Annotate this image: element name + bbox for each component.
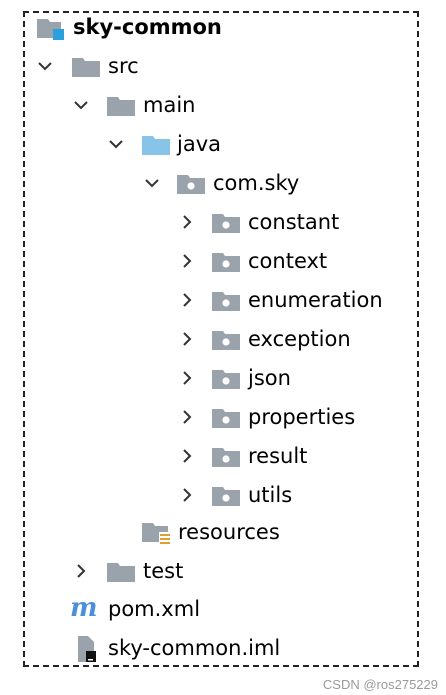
package-icon bbox=[212, 484, 240, 506]
tree-label-root: sky-common bbox=[73, 15, 222, 39]
chevron-down-icon[interactable] bbox=[143, 174, 161, 192]
tree-label-main: main bbox=[143, 93, 196, 117]
tree-label-package: com.sky bbox=[213, 171, 300, 195]
chevron-right-icon[interactable] bbox=[178, 447, 196, 465]
chevron-right-icon[interactable] bbox=[178, 252, 196, 270]
source-folder-icon bbox=[142, 133, 170, 155]
folder-icon bbox=[72, 55, 100, 77]
chevron-down-icon[interactable] bbox=[36, 57, 54, 75]
folder-icon bbox=[107, 560, 135, 582]
tree-label-subpackage: enumeration bbox=[248, 288, 383, 312]
package-icon bbox=[212, 367, 240, 389]
chevron-right-icon[interactable] bbox=[72, 562, 90, 580]
tree-label-subpackage: result bbox=[248, 444, 308, 468]
tree-label-java: java bbox=[177, 132, 221, 156]
maven-icon: m bbox=[70, 593, 98, 623]
tree-label-src: src bbox=[108, 54, 139, 78]
chevron-right-icon[interactable] bbox=[178, 486, 196, 504]
tree-label-pom: pom.xml bbox=[108, 597, 201, 621]
resources-folder-icon bbox=[142, 523, 171, 546]
chevron-right-icon[interactable] bbox=[178, 213, 196, 231]
package-icon bbox=[212, 328, 240, 350]
watermark: CSDN @ros275229 bbox=[322, 677, 438, 692]
chevron-right-icon[interactable] bbox=[178, 408, 196, 426]
package-icon bbox=[212, 445, 240, 467]
tree-label-subpackage: context bbox=[248, 249, 328, 273]
tree-label-resources: resources bbox=[178, 520, 280, 544]
module-folder-icon bbox=[37, 19, 64, 40]
package-icon bbox=[212, 211, 240, 233]
tree-label-subpackage: constant bbox=[248, 210, 340, 234]
folder-icon bbox=[107, 94, 135, 116]
tree-label-iml: sky-common.iml bbox=[108, 636, 281, 660]
chevron-right-icon[interactable] bbox=[178, 291, 196, 309]
chevron-right-icon[interactable] bbox=[178, 330, 196, 348]
tree-label-subpackage: json bbox=[248, 366, 291, 390]
tree-label-subpackage: exception bbox=[248, 327, 351, 351]
chevron-down-icon[interactable] bbox=[107, 135, 125, 153]
chevron-down-icon[interactable] bbox=[72, 96, 90, 114]
tree-label-test: test bbox=[143, 559, 184, 583]
package-icon bbox=[212, 406, 240, 428]
tree-label-subpackage: utils bbox=[248, 483, 293, 507]
package-icon bbox=[212, 289, 240, 311]
iml-file-icon bbox=[78, 636, 96, 662]
package-icon bbox=[177, 172, 205, 194]
chevron-right-icon[interactable] bbox=[178, 369, 196, 387]
package-icon bbox=[212, 250, 240, 272]
tree-label-subpackage: properties bbox=[248, 405, 356, 429]
